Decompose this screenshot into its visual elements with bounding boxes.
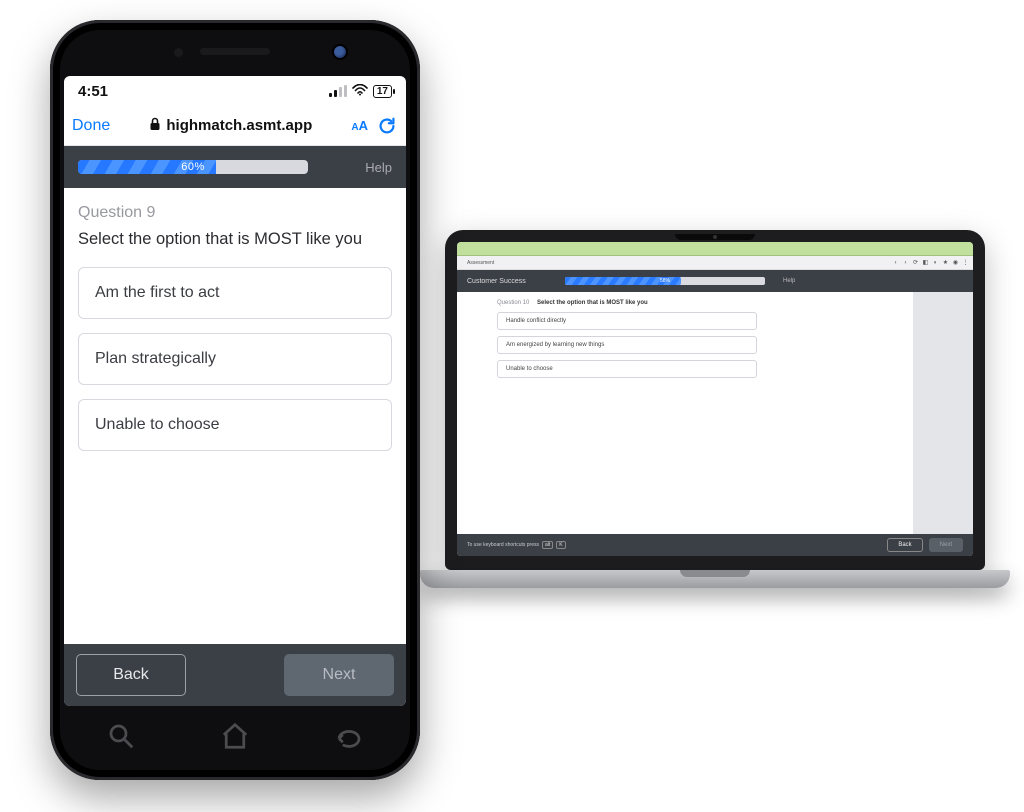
answer-option[interactable]: Am the first to act bbox=[78, 267, 392, 319]
battery-indicator: 17 bbox=[373, 85, 392, 98]
reload-button[interactable] bbox=[376, 115, 398, 137]
browser-ext2-icon[interactable]: ◐ bbox=[932, 259, 939, 266]
status-bar: 4:51 17 bbox=[64, 76, 406, 106]
answer-option[interactable]: Unable to choose bbox=[78, 399, 392, 451]
browser-menu-icon[interactable]: ⋮ bbox=[962, 259, 969, 266]
laptop-camera-icon bbox=[713, 235, 717, 239]
text-size-button[interactable]: AA bbox=[351, 118, 368, 133]
browser-back-icon[interactable]: ‹ bbox=[892, 259, 899, 266]
assessment-header-bar: Customer Success 58% Help bbox=[457, 270, 973, 292]
back-button[interactable]: Back bbox=[76, 654, 186, 696]
assessment-body: Question 10 Select the option that is MO… bbox=[457, 292, 973, 534]
browser-theme-strip bbox=[457, 242, 973, 256]
cellular-icon bbox=[329, 85, 347, 97]
question-panel: Question 10 Select the option that is MO… bbox=[457, 292, 913, 534]
home-icon[interactable] bbox=[218, 719, 252, 753]
keyboard-hint: To use keyboard shortcuts press alt K bbox=[467, 541, 881, 549]
laptop-mockup: Assessment ‹ › ⟳ ◧ ◐ ★ ◉ ⋮ Customer Succ… bbox=[420, 230, 1010, 630]
done-button[interactable]: Done bbox=[72, 117, 110, 135]
phone-mockup: 4:51 17 Done highmatch.asmt.app AA bbox=[50, 20, 420, 780]
question-number: Question 10 bbox=[497, 300, 529, 306]
assessment-title: Customer Success bbox=[467, 278, 557, 285]
browser-reload-icon[interactable]: ⟳ bbox=[912, 259, 919, 266]
wifi-icon bbox=[352, 84, 368, 99]
assessment-footer: To use keyboard shortcuts press alt K Ba… bbox=[457, 534, 973, 556]
laptop-lid: Assessment ‹ › ⟳ ◧ ◐ ★ ◉ ⋮ Customer Succ… bbox=[445, 230, 985, 570]
browser-tab-title[interactable]: Assessment bbox=[461, 260, 889, 266]
help-link[interactable]: Help bbox=[783, 278, 795, 284]
browser-fwd-icon[interactable]: › bbox=[902, 259, 909, 266]
safari-toolbar: Done highmatch.asmt.app AA bbox=[64, 106, 406, 146]
question-prompt: Select the option that is MOST like you bbox=[78, 230, 392, 249]
progress-label: 60% bbox=[181, 161, 205, 173]
back-button[interactable]: Back bbox=[887, 538, 922, 552]
next-button[interactable]: Next bbox=[284, 654, 394, 696]
browser-ext-icon[interactable]: ◧ bbox=[922, 259, 929, 266]
next-button[interactable]: Next bbox=[929, 538, 963, 552]
lock-icon bbox=[149, 117, 161, 134]
keyboard-hint-text: To use keyboard shortcuts press bbox=[467, 542, 539, 548]
progress-bar: 60% bbox=[78, 160, 308, 174]
answer-option[interactable]: Am energized by learning new things bbox=[497, 336, 757, 354]
phone-sensor-icon bbox=[174, 48, 183, 57]
answer-option[interactable]: Plan strategically bbox=[78, 333, 392, 385]
back-icon[interactable] bbox=[332, 719, 366, 753]
laptop-hinge bbox=[680, 570, 750, 577]
kbd-key: K bbox=[556, 541, 565, 549]
progress-bar: 58% bbox=[565, 277, 765, 285]
address-bar[interactable]: highmatch.asmt.app bbox=[118, 117, 343, 134]
question-panel: Question 9 Select the option that is MOS… bbox=[64, 188, 406, 644]
question-prompt: Select the option that is MOST like you bbox=[537, 300, 648, 306]
laptop-base bbox=[420, 570, 1010, 588]
laptop-screen: Assessment ‹ › ⟳ ◧ ◐ ★ ◉ ⋮ Customer Succ… bbox=[457, 242, 973, 556]
assessment-header-bar: 60% Help bbox=[64, 146, 406, 188]
browser-bookmark-icon[interactable]: ★ bbox=[942, 259, 949, 266]
answer-option[interactable]: Handle conflict directly bbox=[497, 312, 757, 330]
browser-toolbar: Assessment ‹ › ⟳ ◧ ◐ ★ ◉ ⋮ bbox=[457, 256, 973, 270]
help-link[interactable]: Help bbox=[365, 160, 392, 175]
status-icons: 17 bbox=[329, 84, 392, 99]
phone-speaker-icon bbox=[200, 48, 270, 55]
status-time: 4:51 bbox=[78, 83, 108, 100]
progress-label: 58% bbox=[660, 278, 670, 284]
question-number: Question 9 bbox=[78, 204, 392, 222]
side-gutter bbox=[913, 292, 973, 534]
phone-camera-icon bbox=[334, 46, 346, 58]
answer-option[interactable]: Unable to choose bbox=[497, 360, 757, 378]
kbd-key: alt bbox=[542, 541, 553, 549]
search-icon[interactable] bbox=[104, 719, 138, 753]
url-text: highmatch.asmt.app bbox=[166, 117, 312, 134]
phone-bezel-top bbox=[64, 34, 406, 76]
phone-nav-bar bbox=[64, 706, 406, 766]
assessment-footer: Back Next bbox=[64, 644, 406, 706]
phone-screen: 4:51 17 Done highmatch.asmt.app AA bbox=[64, 76, 406, 706]
browser-profile-icon[interactable]: ◉ bbox=[952, 259, 959, 266]
